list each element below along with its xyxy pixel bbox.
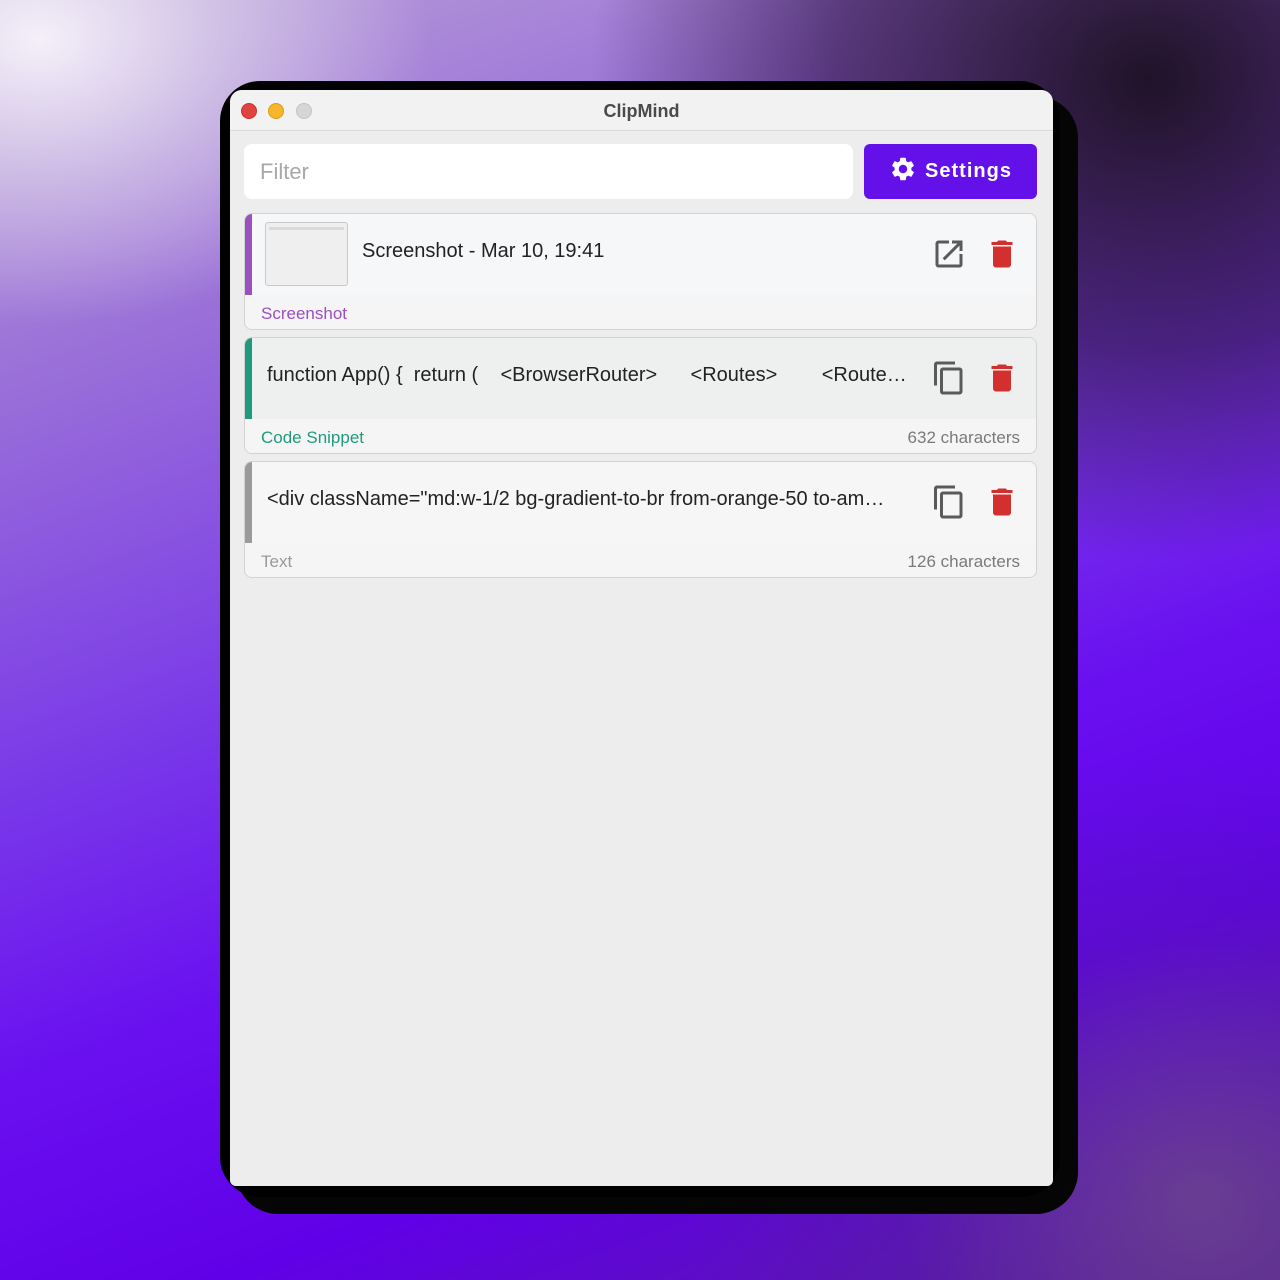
item-kind: Text	[261, 552, 293, 571]
kind-stripe	[245, 214, 252, 295]
title-bar: ClipMind	[230, 90, 1053, 131]
copy-icon	[931, 361, 967, 400]
item-footer: Text 126 characters	[245, 543, 1036, 577]
app-window: ClipMind Settings Screenshot - Mar 10, 1…	[230, 90, 1053, 1186]
gear-icon	[889, 155, 917, 189]
item-title: <div className="md:w-1/2 bg-gradient-to-…	[267, 488, 885, 510]
item-kind: Code Snippet	[261, 428, 365, 447]
char-count: 126 characters	[907, 552, 1020, 571]
item-footer: Screenshot	[245, 295, 1036, 329]
trash-icon	[984, 488, 1020, 524]
item-preview: function App() { return ( <BrowserRouter…	[252, 338, 1036, 419]
open-external-icon	[931, 240, 967, 276]
copy-icon	[931, 485, 967, 524]
delete-button[interactable]	[984, 360, 1020, 396]
item-kind: Screenshot	[261, 304, 347, 323]
toolbar: Settings	[244, 144, 1037, 199]
window-title: ClipMind	[603, 101, 680, 121]
item-title: Screenshot - Mar 10, 19:41	[362, 240, 605, 262]
screenshot-thumbnail	[265, 222, 348, 286]
list-item[interactable]: Screenshot - Mar 10, 19:41 Screenshot	[244, 213, 1037, 330]
settings-button[interactable]: Settings	[864, 144, 1037, 199]
copy-button[interactable]	[931, 484, 967, 520]
list-item[interactable]: function App() { return ( <BrowserRouter…	[244, 337, 1037, 454]
settings-label: Settings	[925, 160, 1012, 182]
item-title: function App() { return ( <BrowserRouter…	[267, 364, 907, 386]
trash-icon	[984, 364, 1020, 400]
trash-icon	[984, 240, 1020, 276]
list-item[interactable]: <div className="md:w-1/2 bg-gradient-to-…	[244, 461, 1037, 578]
item-preview: Screenshot - Mar 10, 19:41	[252, 214, 1036, 295]
filter-input[interactable]	[244, 144, 853, 199]
delete-button[interactable]	[984, 484, 1020, 520]
item-footer: Code Snippet 632 characters	[245, 419, 1036, 453]
kind-stripe	[245, 462, 252, 543]
clip-list: Screenshot - Mar 10, 19:41 Screenshot fu…	[244, 213, 1037, 585]
kind-stripe	[245, 338, 252, 419]
item-preview: <div className="md:w-1/2 bg-gradient-to-…	[252, 462, 1036, 543]
copy-button[interactable]	[931, 360, 967, 396]
open-button[interactable]	[931, 236, 967, 272]
char-count: 632 characters	[907, 428, 1020, 447]
delete-button[interactable]	[984, 236, 1020, 272]
